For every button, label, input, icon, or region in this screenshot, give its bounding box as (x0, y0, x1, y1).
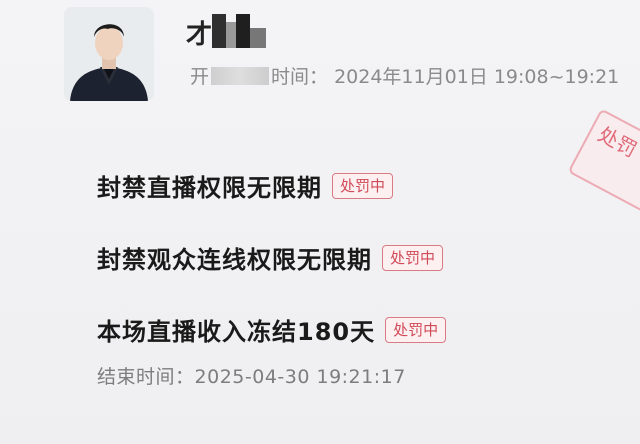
start-time-label-prefix: 开 (190, 66, 210, 88)
avatar-person-image (64, 7, 154, 101)
end-time-label: 结束时间： (97, 366, 195, 388)
name-mosaic-block (236, 14, 250, 48)
penalty-title: 封禁观众连线权限无限期 (97, 246, 372, 274)
end-time-value: 2025-04-30 19:21:17 (194, 366, 406, 388)
penalty-item: 本场直播收入冻结180天 处罚中 (97, 312, 447, 347)
penalty-stamp: 处罚 (567, 108, 640, 224)
status-badge: 处罚中 (332, 172, 394, 199)
name-mosaic-block (212, 14, 226, 48)
stamp-text: 处罚 (594, 121, 640, 162)
blurred-text (211, 67, 270, 85)
status-badge: 处罚中 (382, 244, 444, 271)
end-time-line: 结束时间：2025-04-30 19:21:17 (97, 362, 406, 389)
start-time-value: 2024年11月01日 19:08~19:21 (334, 66, 620, 88)
avatar[interactable] (64, 7, 154, 101)
status-badge: 处罚中 (385, 316, 447, 343)
streamer-name: 才 (186, 20, 215, 50)
penalty-item: 封禁直播权限无限期 处罚中 (97, 168, 394, 203)
penalty-title: 本场直播收入冻结180天 (97, 318, 376, 346)
start-time-line: 开 时间： 2024年11月01日 19:08~19:21 (190, 62, 619, 89)
name-mosaic-block (226, 22, 236, 48)
name-mosaic-block (250, 28, 266, 48)
penalty-title: 封禁直播权限无限期 (97, 174, 322, 202)
start-time-label-suffix: 时间： (271, 66, 329, 88)
penalty-card: 才 开 时间： 2024年11月01日 19:08~19:21 处罚 封禁直播权限… (0, 0, 640, 444)
penalty-item: 封禁观众连线权限无限期 处罚中 (97, 240, 444, 275)
